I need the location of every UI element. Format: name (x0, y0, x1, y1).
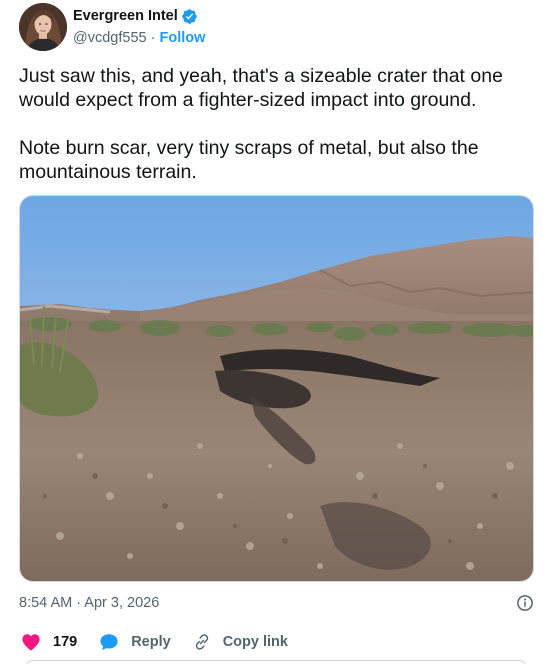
info-icon[interactable] (516, 594, 534, 612)
tweet-header: Evergreen Intel @vcdgf555 · Follow (19, 2, 205, 52)
like-count: 179 (53, 634, 78, 650)
link-icon (195, 634, 208, 650)
like-button[interactable]: 179 (21, 633, 77, 651)
tweet-actions: 179 Reply Copy link (21, 632, 310, 652)
author-name[interactable]: Evergreen Intel (73, 7, 178, 26)
reply-label: Reply (131, 634, 171, 650)
tweet-text: Just saw this, and yeah, that's a sizeab… (19, 65, 503, 183)
follow-button[interactable]: Follow (159, 30, 205, 46)
author-handle[interactable]: @vcdgf555 (73, 30, 147, 46)
tweet-timestamp[interactable]: 8:54 AM · Apr 3, 2026 (19, 595, 159, 611)
copy-link-label: Copy link (222, 634, 288, 650)
tweet-meta: 8:54 AM · Apr 3, 2026 (19, 593, 534, 613)
verified-badge-icon[interactable] (181, 8, 198, 25)
author-block: Evergreen Intel @vcdgf555 · Follow (73, 7, 205, 48)
author-name-row: Evergreen Intel (73, 7, 205, 26)
handle-separator: · (150, 29, 156, 46)
heart-icon (22, 634, 40, 651)
tweet-photo[interactable] (19, 195, 534, 582)
author-handle-row: @vcdgf555 · Follow (73, 29, 205, 48)
tweet-card: Evergreen Intel @vcdgf555 · Follow Just … (0, 0, 550, 664)
copy-link-button[interactable]: Copy link (193, 633, 288, 651)
next-card-edge (26, 660, 526, 664)
avatar[interactable] (19, 3, 67, 51)
speech-bubble-icon (100, 634, 118, 651)
reply-button[interactable]: Reply (99, 633, 171, 651)
